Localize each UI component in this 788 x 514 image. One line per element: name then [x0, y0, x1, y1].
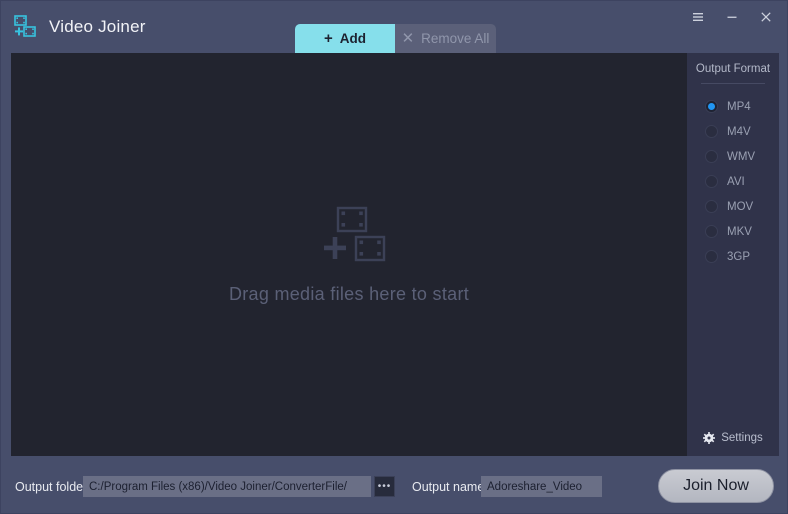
format-option-mov[interactable]: MOV	[687, 194, 779, 219]
add-media-filmstrip-icon	[312, 206, 386, 262]
gear-icon	[703, 432, 716, 444]
output-name-label: Output name:	[412, 480, 488, 494]
radio-icon[interactable]	[705, 175, 718, 188]
remove-all-label: Remove All	[421, 31, 490, 46]
format-label: MOV	[727, 200, 754, 213]
add-button[interactable]: + Add	[295, 24, 395, 53]
settings-button[interactable]: Settings	[687, 432, 779, 444]
format-label: MP4	[727, 100, 751, 113]
radio-icon[interactable]	[705, 125, 718, 138]
browse-folder-button[interactable]: •••	[374, 476, 395, 497]
output-folder-input[interactable]	[83, 476, 371, 497]
output-format-title: Output Format	[695, 63, 771, 75]
format-label: 3GP	[727, 250, 751, 263]
radio-icon[interactable]	[705, 200, 718, 213]
video-joiner-logo-icon	[13, 14, 39, 40]
radio-icon[interactable]	[705, 100, 718, 113]
format-label: M4V	[727, 125, 751, 138]
format-option-3gp[interactable]: 3GP	[687, 244, 779, 269]
format-label: AVI	[727, 175, 745, 188]
output-name-input[interactable]	[481, 476, 602, 497]
radio-icon[interactable]	[705, 250, 718, 263]
format-option-m4v[interactable]: M4V	[687, 119, 779, 144]
radio-icon[interactable]	[705, 150, 718, 163]
format-label: WMV	[727, 150, 756, 163]
output-folder-label: Output folder:	[15, 480, 91, 494]
format-label: MKV	[727, 225, 752, 238]
panel-divider	[701, 83, 765, 84]
format-option-list: MP4 M4V WMV AVI MOV MKV 3GP	[687, 94, 779, 269]
join-now-button[interactable]: Join Now	[658, 469, 774, 503]
drop-area-content: Drag media files here to start	[11, 53, 687, 458]
format-option-wmv[interactable]: WMV	[687, 144, 779, 169]
format-option-mp4[interactable]: MP4	[687, 94, 779, 119]
video-joiner-window: Video Joiner + Add ✕ Remove All Drag med…	[0, 0, 788, 514]
plus-icon: +	[323, 30, 333, 47]
close-icon[interactable]	[753, 5, 779, 29]
remove-all-button[interactable]: ✕ Remove All	[395, 24, 496, 53]
app-title: Video Joiner	[49, 17, 146, 36]
media-drop-area[interactable]: Drag media files here to start	[11, 53, 687, 458]
settings-label: Settings	[721, 432, 763, 444]
radio-icon[interactable]	[705, 225, 718, 238]
title-bar: Video Joiner + Add ✕ Remove All	[1, 1, 787, 53]
drop-area-message: Drag media files here to start	[228, 284, 470, 304]
format-option-mkv[interactable]: MKV	[687, 219, 779, 244]
brand: Video Joiner	[13, 14, 146, 40]
format-option-avi[interactable]: AVI	[687, 169, 779, 194]
menu-icon[interactable]	[685, 5, 711, 29]
output-format-panel: Output Format MP4 M4V WMV AVI MOV MKV 3G…	[687, 53, 779, 458]
window-controls	[685, 5, 779, 29]
minimize-icon[interactable]	[719, 5, 745, 29]
toolbar-tabs: + Add ✕ Remove All	[295, 24, 496, 53]
add-button-label: Add	[339, 31, 366, 46]
close-x-icon: ✕	[401, 30, 415, 47]
